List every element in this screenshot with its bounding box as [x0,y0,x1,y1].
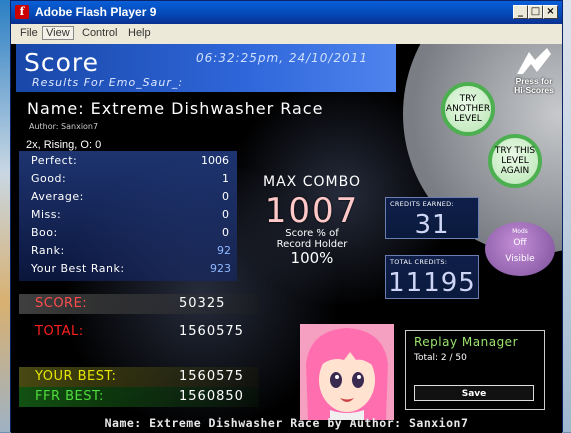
your-best-row: YOUR BEST: 1560575 [19,367,259,387]
hiscores-button[interactable]: Press for Hi-Scores [499,77,562,95]
stat-value-boo: 0 [222,226,229,239]
character-portrait [300,324,394,420]
song-author: Author: Sanxion7 [29,122,99,131]
replay-total: Total: 2 / 50 [414,353,467,363]
credits-earned-value: 31 [414,210,450,240]
replay-manager-panel: Replay Manager Total: 2 / 50 Save [405,330,545,410]
total-credits-label: TOTAL CREDITS: [390,258,448,266]
score-pct-label-1: Score % of [285,228,339,239]
try-level-again-button[interactable]: TRY THIS LEVEL AGAIN [488,134,542,188]
max-combo-panel: MAX COMBO 1007 Score % of Record Holder … [237,174,387,266]
score-header: Score 06:32:25pm, 24/10/2011 Results For… [16,44,396,92]
hiscores-label-2: Hi-Scores [514,85,554,95]
mods-visibility: Visible [505,254,535,264]
stat-value-perfect: 1006 [201,154,229,167]
menu-control[interactable]: Control [79,27,120,39]
stat-label-good: Good: [31,172,67,185]
song-name: Name: Extreme Dishwasher Race [27,99,324,118]
ffr-best-label: FFR BEST: [35,389,104,404]
stat-value-miss: 0 [222,208,229,221]
page-title: Score [24,48,100,77]
ffr-best-row: FFR BEST: 1560850 [19,387,259,407]
flash-player-window: f Adobe Flash Player 9 _ □ × File View C… [10,0,563,433]
score-row: SCORE: 50325 [19,294,259,314]
window-title: Adobe Flash Player 9 [35,5,157,19]
total-label: TOTAL: [35,324,84,339]
close-button[interactable]: × [543,5,558,19]
mods-visibility-button[interactable]: Mods Off Visible [485,222,555,276]
mods-info: 2x, Rising, O: 0 [26,139,102,151]
your-best-value: 1560575 [179,369,244,384]
stat-value-rank: 92 [217,244,231,257]
datetime: 06:32:25pm, 24/10/2011 [196,51,368,65]
total-value: 1560575 [179,324,244,339]
stat-label-rank: Rank: [31,244,65,257]
menu-help[interactable]: Help [125,27,154,39]
stat-label-miss: Miss: [31,208,62,221]
ffr-best-value: 1560850 [179,389,244,404]
results-for-label: Results For Emo_Saur_: [32,76,184,89]
stat-value-good: 1 [222,172,229,185]
max-combo-value: 1007 [264,191,360,231]
score-label: SCORE: [35,296,88,311]
minimize-button[interactable]: _ [513,5,528,19]
mods-title: Mods [512,228,528,235]
your-best-label: YOUR BEST: [35,369,117,384]
footer-song-info: Name: Extreme Dishwasher Race by Author:… [104,416,469,430]
flash-logo-icon: f [15,5,29,19]
score-pct-value: 100% [290,249,334,267]
game-canvas: Score 06:32:25pm, 24/10/2011 Results For… [11,44,562,433]
max-combo-label: MAX COMBO [263,174,361,190]
menu-view[interactable]: View [42,26,74,40]
stat-label-average: Average: [31,190,84,203]
anime-girl-portrait-icon [300,324,394,420]
credits-earned-box: CREDITS EARNED: 31 [385,197,479,240]
maximize-button[interactable]: □ [528,5,543,19]
menu-bar: File View Control Help [11,24,562,45]
stat-label-perfect: Perfect: [31,154,78,167]
stat-label-boo: Boo: [31,226,58,239]
menu-file[interactable]: File [17,27,41,39]
judgement-stats-panel: Perfect: 1006 Good: 1 Average: 0 Miss: 0… [19,151,237,281]
save-replay-button[interactable]: Save [414,385,534,401]
stat-value-average: 0 [222,190,229,203]
replay-manager-title: Replay Manager [414,335,519,349]
desktop-background-right [562,0,571,432]
total-credits-value: 11195 [388,268,476,298]
hiscores-logo-icon[interactable] [511,46,553,76]
total-credits-box: TOTAL CREDITS: 11195 [385,255,479,299]
title-bar: f Adobe Flash Player 9 _ □ × [11,1,562,24]
total-row: TOTAL: 1560575 [19,322,259,342]
try-another-level-button[interactable]: TRY ANOTHER LEVEL [441,82,495,136]
stat-value-best-rank: 923 [210,262,231,275]
stat-label-best-rank: Your Best Rank: [31,262,125,275]
mods-state: Off [513,238,527,248]
score-value: 50325 [179,296,226,311]
credits-earned-label: CREDITS EARNED: [390,200,454,208]
